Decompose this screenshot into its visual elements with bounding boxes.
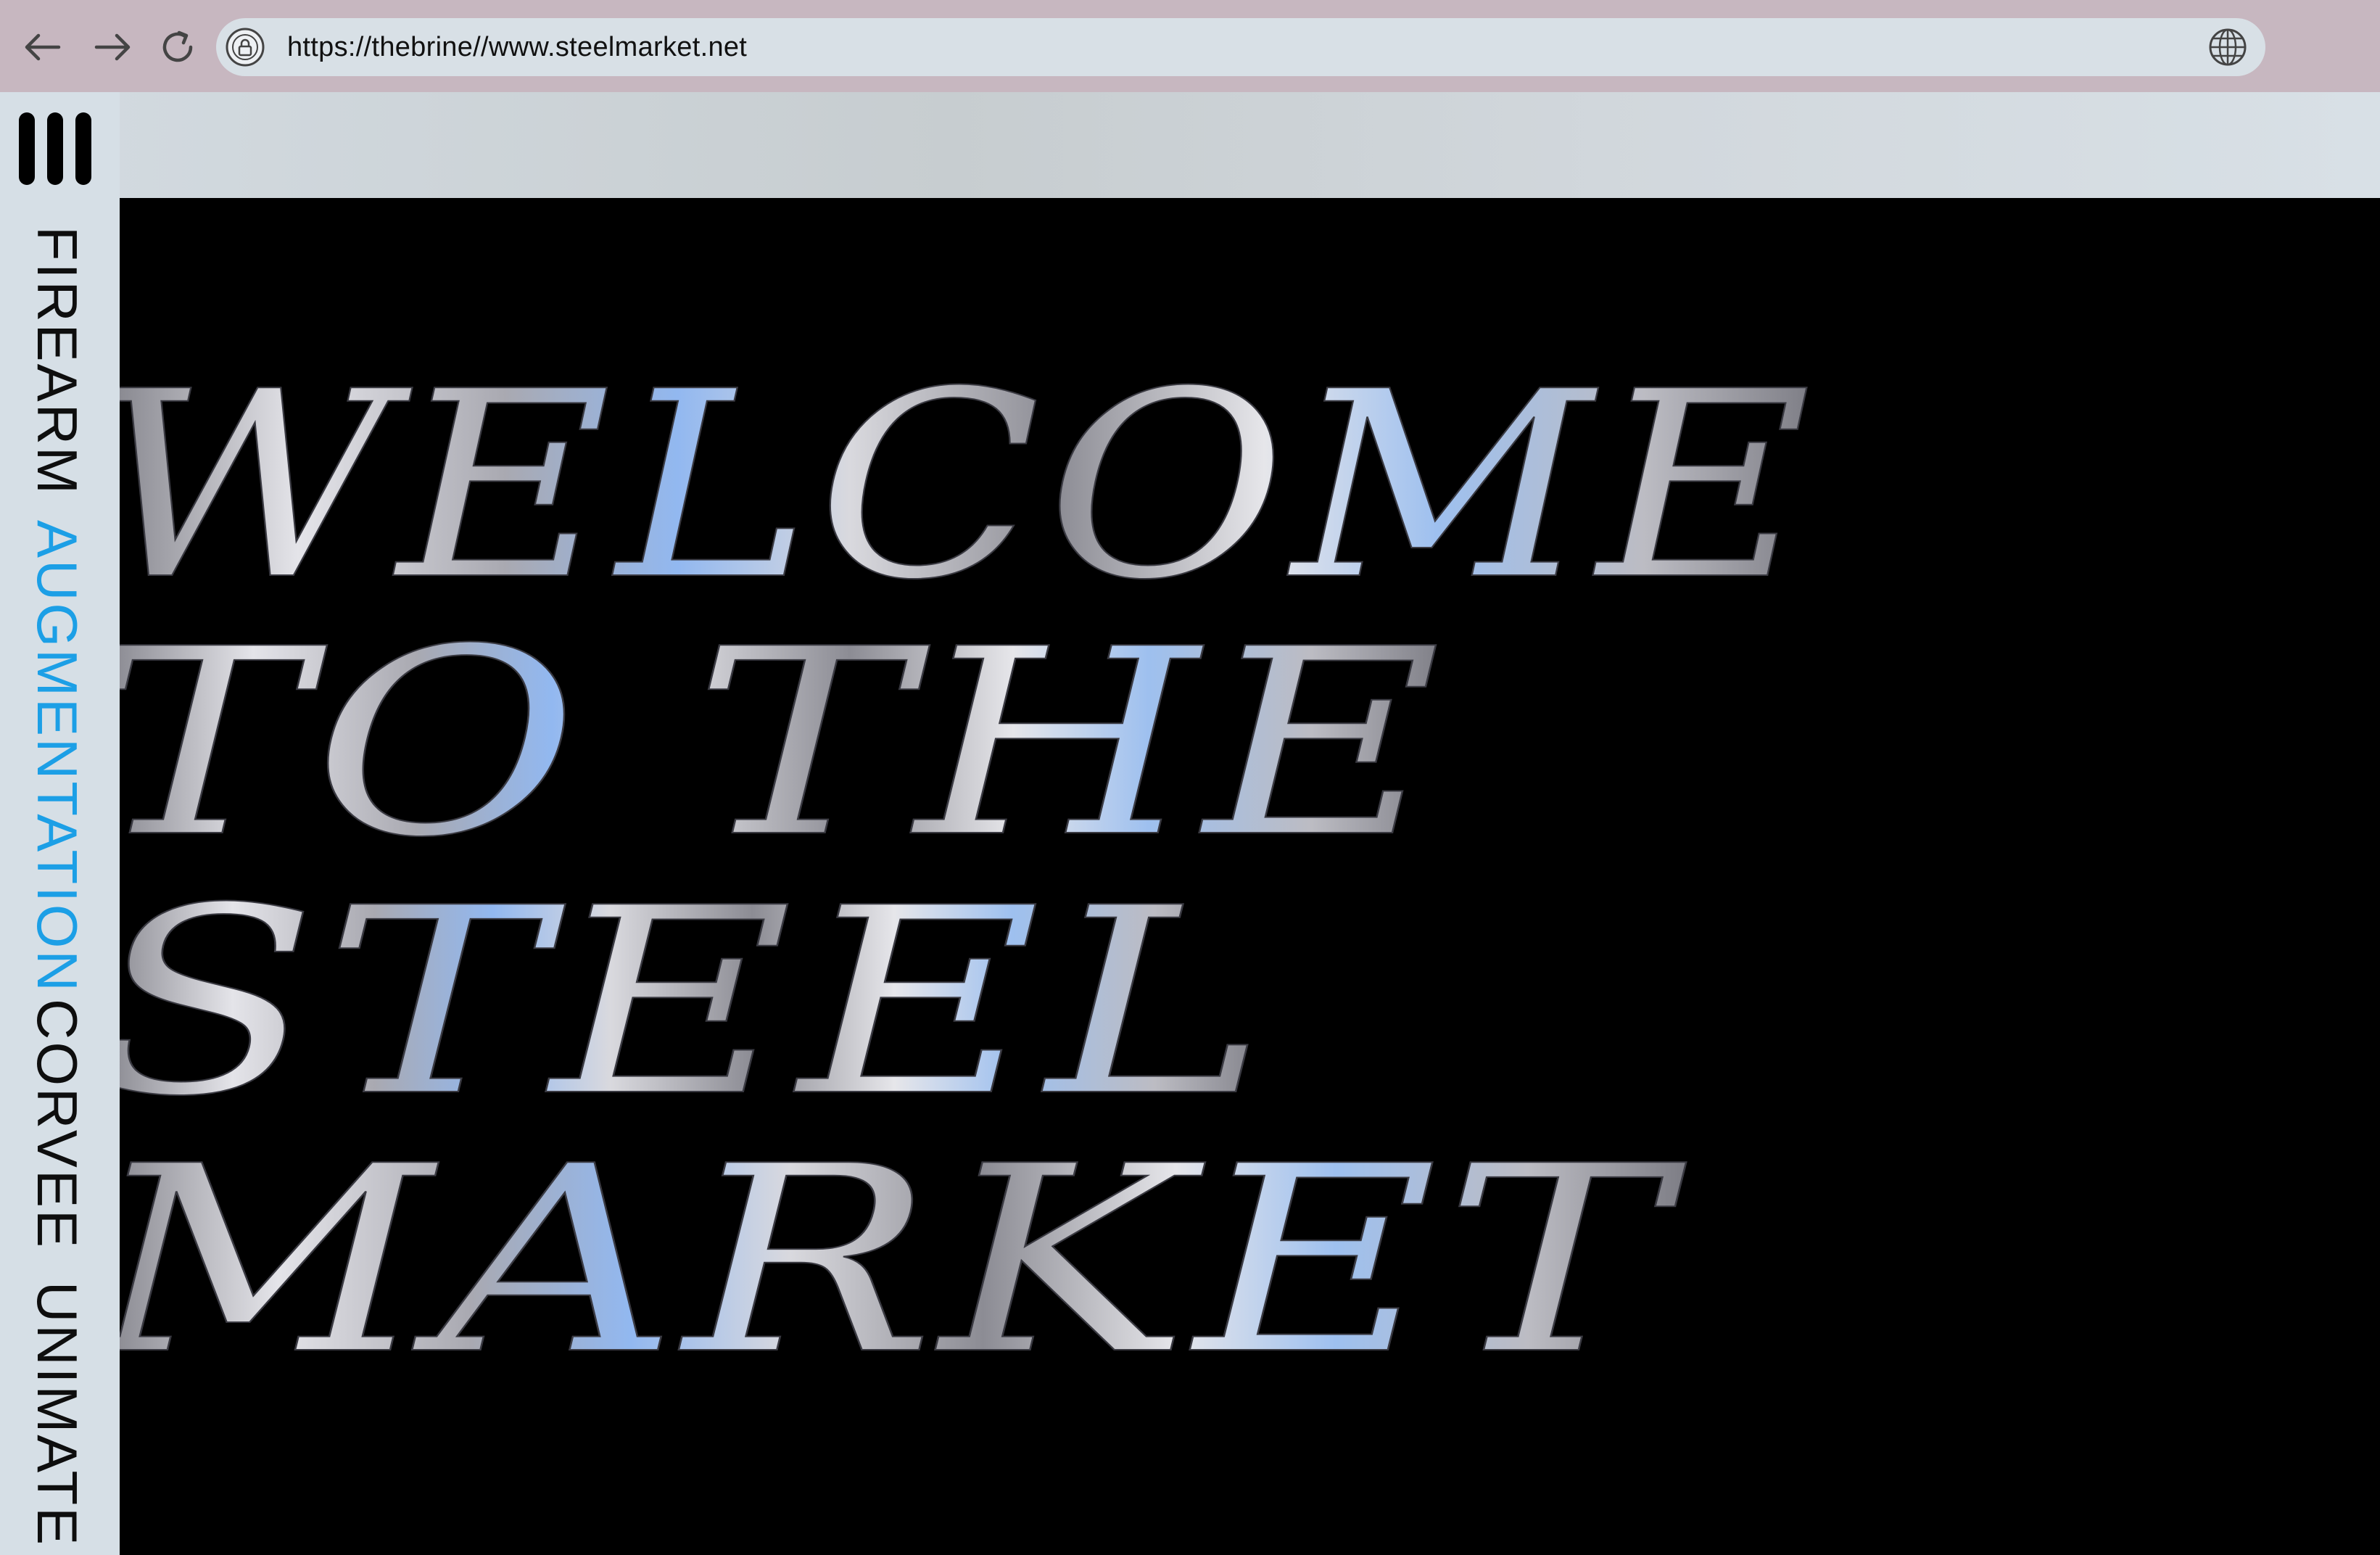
sidebar: FIREARM AUGMENTATION CORVEE UNIMATE xyxy=(0,92,120,1555)
hero-line-2: TO THE xyxy=(120,593,1447,894)
sidebar-item-firearm[interactable]: FIREARM xyxy=(25,226,89,496)
screen: https://thebrine//www.steelmarket.net FI… xyxy=(0,0,2380,1555)
page-header xyxy=(0,92,2380,198)
back-arrow-icon[interactable] xyxy=(17,22,68,73)
lock-icon[interactable] xyxy=(223,25,267,69)
menu-icon[interactable] xyxy=(19,112,91,185)
hero: WELCOME TO THE STEEL MARKET xyxy=(120,198,2380,1555)
url-text[interactable]: https://thebrine//www.steelmarket.net xyxy=(287,18,747,76)
hero-line-4: MARKET xyxy=(120,1110,1688,1411)
hero-line-3: STEEL xyxy=(120,852,1273,1152)
sidebar-item-corvee[interactable]: CORVEE xyxy=(25,999,89,1250)
address-bar[interactable]: https://thebrine//www.steelmarket.net xyxy=(216,18,2265,76)
forward-arrow-icon[interactable] xyxy=(87,22,138,73)
hero-headline: WELCOME TO THE STEEL MARKET xyxy=(120,335,1817,1411)
reload-icon[interactable] xyxy=(152,22,203,73)
browser-toolbar: https://thebrine//www.steelmarket.net xyxy=(0,0,2380,92)
hero-line-1: WELCOME xyxy=(120,336,1817,636)
sidebar-item-augmentation[interactable]: AUGMENTATION xyxy=(25,520,89,994)
sidebar-item-unimate[interactable]: UNIMATE xyxy=(25,1282,89,1547)
globe-icon[interactable] xyxy=(2206,25,2249,69)
